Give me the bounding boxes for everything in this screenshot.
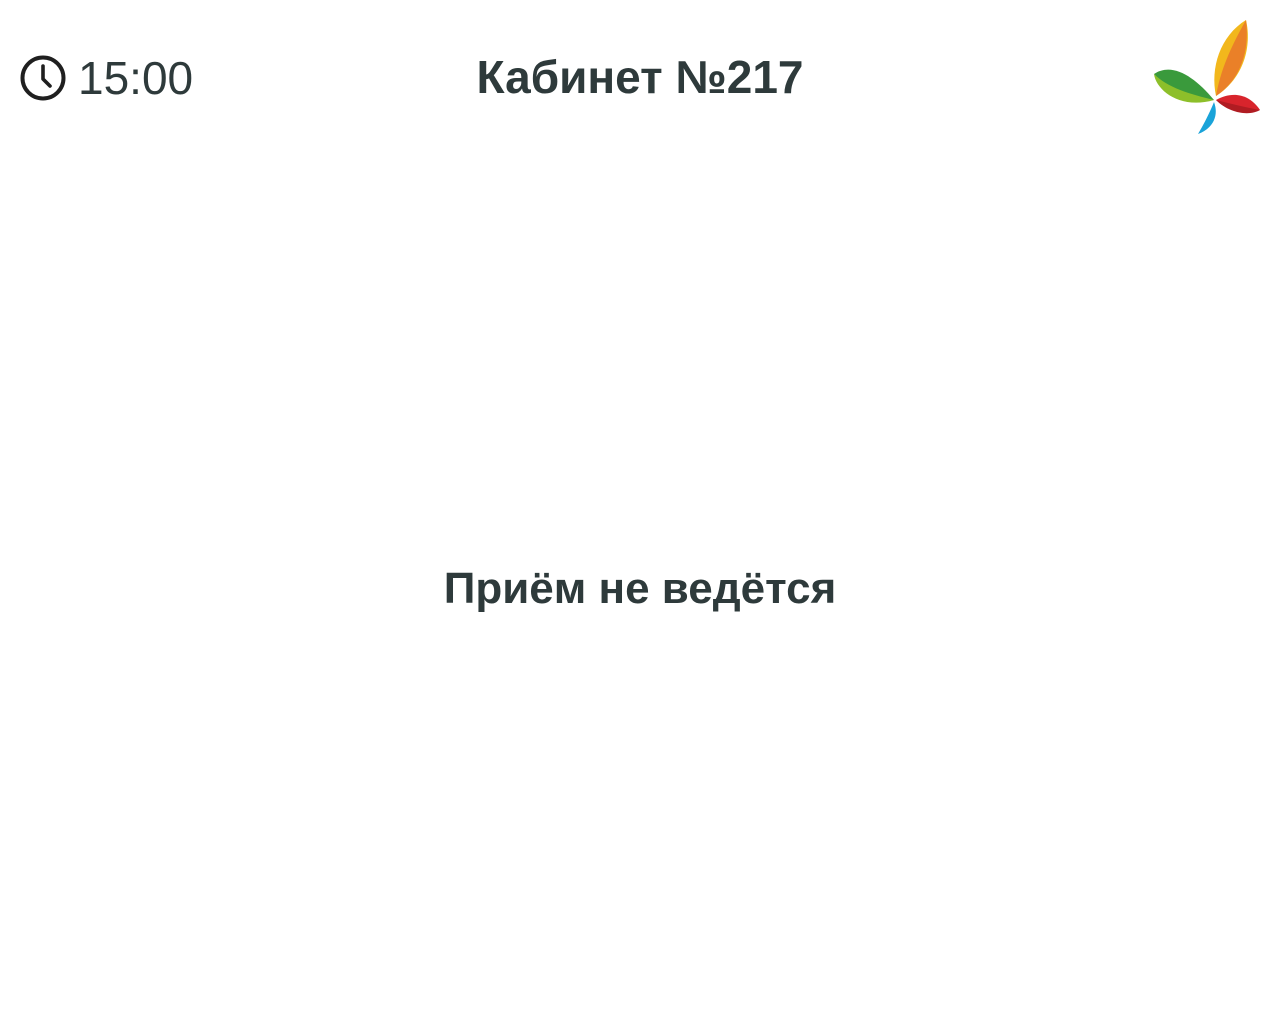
status-message: Приём не ведётся — [443, 564, 837, 613]
room-title: Кабинет №217 — [476, 51, 804, 103]
header: 15:00 Кабинет №217 — [0, 0, 1280, 150]
leaf-logo-icon — [1154, 20, 1260, 134]
